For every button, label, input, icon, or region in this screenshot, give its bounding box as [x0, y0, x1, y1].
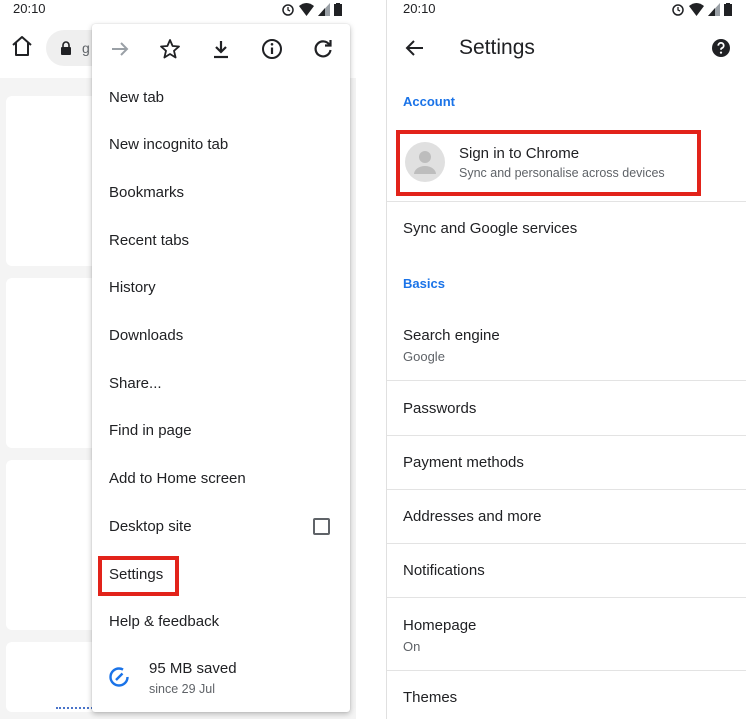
settings-row-title: Themes [403, 689, 458, 706]
battery-icon [724, 2, 732, 16]
alarm-icon [282, 4, 294, 16]
data-saved-subtitle: since 29 Jul [149, 682, 216, 696]
status-icons [281, 2, 342, 16]
settings-app-bar: Settings [387, 20, 746, 76]
menu-item-help-feedback[interactable]: Help & feedback [109, 610, 219, 634]
settings-row-subtitle: On [403, 639, 421, 654]
menu-item-find-in-page[interactable]: Find in page [109, 419, 192, 443]
data-saved-title[interactable]: 95 MB saved [149, 660, 237, 677]
menu-item-recent-tabs[interactable]: Recent tabs [109, 229, 189, 253]
menu-item-desktop-site[interactable]: Desktop site [109, 515, 192, 539]
settings-row-title: Notifications [403, 562, 485, 579]
data-saver-icon [109, 667, 129, 687]
page-card [6, 460, 106, 630]
menu-item-new-incognito-tab[interactable]: New incognito tab [109, 133, 228, 157]
settings-row-sync[interactable]: Sync and Google services [387, 202, 746, 256]
info-icon[interactable] [260, 37, 284, 61]
signin-highlight-box [396, 130, 701, 196]
desktop-site-checkbox[interactable] [313, 518, 330, 535]
signal-icon [708, 2, 720, 16]
menu-item-downloads[interactable]: Downloads [109, 324, 183, 348]
settings-row-title: Addresses and more [403, 508, 542, 525]
page-card [6, 278, 106, 448]
status-bar: 20:10 [0, 0, 356, 20]
settings-screen: 20:10 Settings Account Sign in to Chrome… [386, 0, 746, 719]
settings-row-title: Passwords [403, 400, 477, 417]
settings-row-title: Search engine [403, 327, 500, 344]
section-header-basics: Basics [403, 276, 445, 291]
menu-item-add-to-home-screen[interactable]: Add to Home screen [109, 467, 246, 491]
settings-row-title: Sync and Google services [403, 220, 578, 237]
menu-item-bookmarks[interactable]: Bookmarks [109, 181, 184, 205]
status-bar: 20:10 [387, 0, 746, 20]
settings-row-themes[interactable]: Themes [387, 671, 746, 719]
lock-icon [61, 41, 71, 55]
status-icons [671, 2, 732, 16]
settings-row-title: Payment methods [403, 454, 524, 471]
menu-item-share[interactable]: Share... [109, 372, 162, 396]
status-time: 20:10 [403, 1, 436, 16]
forward-icon[interactable] [108, 37, 132, 61]
settings-row-notifications[interactable]: Notifications [387, 544, 746, 598]
home-icon[interactable] [10, 34, 34, 58]
star-icon[interactable] [158, 37, 182, 61]
back-arrow-icon[interactable] [403, 36, 427, 60]
settings-highlight-box [98, 556, 179, 596]
settings-row-homepage[interactable]: Homepage On [387, 598, 746, 671]
settings-row-addresses[interactable]: Addresses and more [387, 490, 746, 544]
page-card [6, 642, 106, 712]
settings-row-payment-methods[interactable]: Payment methods [387, 436, 746, 490]
menu-item-history[interactable]: History [109, 276, 156, 300]
wifi-icon [299, 2, 314, 16]
refresh-icon[interactable] [311, 37, 335, 61]
help-icon[interactable] [711, 38, 731, 58]
settings-row-search-engine[interactable]: Search engine Google [387, 308, 746, 381]
settings-row-title: Homepage [403, 617, 477, 634]
overflow-menu: New tab New incognito tab Bookmarks Rece… [92, 24, 350, 712]
signal-icon [318, 2, 330, 16]
alarm-icon [672, 4, 684, 16]
omnibox-url: g [82, 40, 90, 56]
wifi-icon [689, 2, 704, 16]
menu-item-new-tab[interactable]: New tab [109, 86, 164, 110]
chrome-menu-screen: 20:10 g New tab New incognito tab Bookma… [0, 0, 356, 719]
section-header-account: Account [403, 94, 455, 109]
settings-row-passwords[interactable]: Passwords [387, 382, 746, 436]
settings-row-subtitle: Google [403, 349, 445, 364]
download-icon[interactable] [209, 37, 233, 61]
battery-icon [334, 2, 342, 16]
page-title: Settings [459, 36, 535, 59]
page-card [6, 96, 106, 266]
menu-icon-row [92, 24, 350, 74]
status-time: 20:10 [13, 1, 46, 16]
